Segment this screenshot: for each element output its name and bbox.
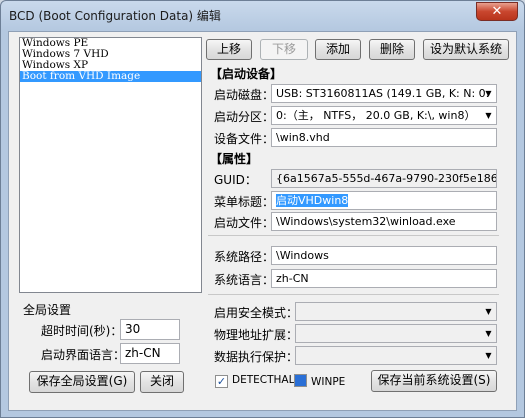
timeout-input[interactable]: 30 (120, 319, 180, 340)
guid-field: {6a1567a5-555d-467a-9790-230f5e186894} (271, 169, 497, 188)
boot-file-input[interactable]: \Windows\system32\winload.exe (271, 212, 497, 231)
set-default-button[interactable]: 设为默认系统 (423, 39, 509, 60)
window-title: BCD (Boot Configuration Data) 编辑 (9, 9, 221, 23)
safe-mode-select[interactable]: ▼ (295, 302, 497, 321)
boot-entry-list[interactable]: Windows PE Windows 7 VHD Windows XP Boot… (19, 37, 202, 293)
boot-partition-select[interactable]: 0:（主， NTFS， 20.0 GB, K:\, win8） ▼ (271, 106, 497, 125)
boot-disk-label: 启动磁盘： (214, 88, 275, 102)
checkmark-icon: ✓ (215, 375, 228, 388)
boot-device-section-title: 【启动设备】 (210, 67, 283, 81)
move-up-button[interactable]: 上移 (206, 39, 252, 60)
list-item-selected[interactable]: Boot from VHD Image (20, 71, 201, 82)
global-settings-group: 全局设置 超时时间(秒)： 30 启动界面语言： zh-CN 保存全局设置(G)… (19, 300, 202, 398)
divider (208, 294, 499, 295)
boot-disk-select[interactable]: USB: ST3160811AS (149.1 GB, K: N: 0: ▼ (271, 84, 497, 103)
move-down-button[interactable]: 下移 (260, 39, 308, 60)
chevron-down-icon: ▼ (481, 325, 496, 342)
checkbox-icon (294, 374, 307, 387)
chevron-down-icon: ▼ (481, 347, 496, 364)
dialog-client: Windows PE Windows 7 VHD Windows XP Boot… (8, 31, 517, 411)
delete-button[interactable]: 删除 (369, 39, 415, 60)
winpe-checkbox[interactable]: WINPE (294, 374, 345, 388)
menu-title-label: 菜单标题： (214, 195, 275, 209)
chevron-down-icon: ▼ (481, 303, 496, 320)
system-language-label: 系统语言： (214, 273, 275, 287)
menu-title-input[interactable]: 启动VHDwin8 (271, 191, 497, 210)
pae-select[interactable]: ▼ (295, 324, 497, 343)
title-bar[interactable]: BCD (Boot Configuration Data) 编辑 ✕ (1, 1, 524, 29)
menu-title-selection: 启动VHDwin8 (276, 194, 349, 207)
properties-section-title: 【属性】 (210, 152, 259, 166)
close-window-button[interactable]: ✕ (476, 2, 518, 21)
boot-disk-value: USB: ST3160811AS (149.1 GB, K: N: 0: (276, 87, 490, 100)
system-path-label: 系统路径： (214, 250, 275, 264)
chevron-down-icon: ▼ (485, 89, 492, 98)
bcd-editor-window: BCD (Boot Configuration Data) 编辑 ✕ Windo… (0, 0, 525, 418)
ui-language-label: 启动界面语言： (41, 348, 126, 362)
dep-label: 数据执行保护： (214, 350, 299, 364)
close-button[interactable]: 关闭 (140, 371, 184, 393)
global-settings-title: 全局设置 (23, 303, 72, 317)
chevron-down-icon: ▼ (485, 111, 492, 120)
ui-language-input[interactable]: zh-CN (120, 343, 180, 364)
boot-partition-value: 0:（主， NTFS， 20.0 GB, K:\, win8） (276, 109, 476, 122)
detecthal-checkbox[interactable]: ✓ DETECTHAL (215, 374, 294, 388)
save-current-system-button[interactable]: 保存当前系统设置(S) (371, 370, 497, 392)
divider (208, 235, 499, 236)
safe-mode-label: 启用安全模式： (214, 306, 299, 320)
system-path-input[interactable]: \Windows (271, 246, 497, 265)
add-button[interactable]: 添加 (315, 39, 361, 60)
boot-partition-label: 启动分区： (214, 110, 275, 124)
system-language-input[interactable]: zh-CN (271, 269, 497, 288)
pae-label: 物理地址扩展： (214, 328, 299, 342)
boot-file-label: 启动文件： (214, 216, 275, 230)
device-file-label: 设备文件： (214, 132, 275, 146)
guid-label: GUID： (214, 173, 257, 187)
dep-select[interactable]: ▼ (295, 346, 497, 365)
detecthal-label: DETECTHAL (232, 374, 295, 386)
timeout-label: 超时时间(秒)： (41, 324, 123, 338)
winpe-label: WINPE (311, 376, 346, 388)
save-global-settings-button[interactable]: 保存全局设置(G) (29, 371, 135, 393)
device-file-input[interactable]: \win8.vhd (271, 128, 497, 147)
